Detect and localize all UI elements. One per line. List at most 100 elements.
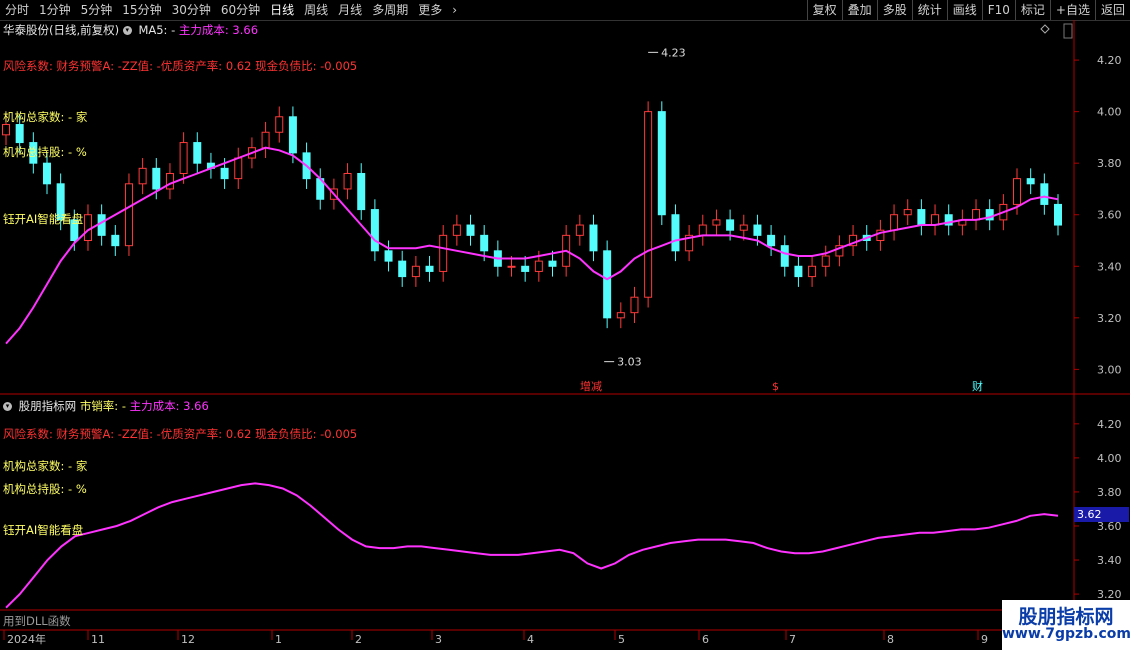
main-y-tick-label: 3.80 (1097, 157, 1122, 170)
candle-body (343, 172, 352, 190)
toolbar-button-5[interactable]: F10 (981, 0, 1015, 20)
candle-body (739, 224, 748, 231)
stock-chart[interactable]: 4.20 4.00 3.80 3.60 3.40 3.20 3.00 4.23 3.03 增减 $ 财… (0, 20, 1130, 650)
event-marker: 增减 (580, 379, 602, 393)
main-inst-hold: 机构总持股: - % (3, 145, 87, 159)
sub-panel-title: ▾ 股朋指标网 市销率: - 主力成本: 3.66 (3, 399, 209, 413)
candle-body (972, 209, 981, 221)
toolbar-buttons: 复权 叠加 多股 统计 画线 F10 标记 +自选 返回 (806, 0, 1130, 20)
candle-body (152, 167, 161, 190)
main-panel-title: 华泰股份(日线,前复权) ▾ MA5: - 主力成本: 3.66 (3, 23, 258, 37)
candle-body (15, 124, 24, 144)
watermark-logo: 股朋指标网 www.7gpzb.com (1002, 600, 1130, 650)
x-tick-label: 7 (789, 633, 796, 646)
candle-body (83, 214, 92, 242)
scrollbar-icon (1063, 23, 1073, 39)
chevron-down-icon[interactable]: ▾ (122, 26, 132, 35)
candle-body (261, 131, 270, 149)
candle-body (698, 224, 707, 236)
candle-body (808, 265, 817, 278)
toolbar-button-0[interactable]: 复权 (806, 0, 842, 20)
candle-body (138, 167, 147, 185)
period-tab-1[interactable]: 1分钟 (34, 0, 76, 20)
period-tab-6[interactable]: 日线 (265, 0, 299, 20)
candle-body (644, 111, 653, 298)
toolbar-button-2[interactable]: 多股 (876, 0, 912, 20)
footer-text: 用到DLL函数 (3, 614, 71, 628)
x-tick-label: 1 (275, 633, 282, 646)
sub-inst-hold: 机构总持股: - % (3, 482, 87, 496)
candle-body (903, 209, 912, 216)
candle-body (603, 250, 612, 319)
watermark-url: www.7gpzb.com (1002, 626, 1130, 642)
toolbar: 分时 1分钟 5分钟 15分钟 30分钟 60分钟 日线 周线 月线 多周期 更多 › 复权 叠加 多股统… (0, 0, 1130, 21)
period-tab-5[interactable]: 60分钟 (216, 0, 265, 20)
main-y-tick-label: 3.40 (1097, 260, 1122, 273)
x-tick-label: 9 (981, 633, 988, 646)
candle-body (97, 214, 106, 236)
sub-inst-count: 机构总家数: - 家 (3, 459, 88, 473)
period-tab-9[interactable]: 多周期 (367, 0, 413, 20)
period-tab-0[interactable]: 分时 (0, 0, 34, 20)
toolbar-button-6[interactable]: 标记 (1014, 0, 1050, 20)
candle-body (589, 224, 598, 252)
candle-body (726, 219, 735, 231)
main-risk-text: 风险系数: 财务预警A: -ZZ值: -优质资产率: 0.62 现金负债比: -… (3, 59, 358, 73)
period-tab-3[interactable]: 15分钟 (117, 0, 166, 20)
sub-ai-text: 钰开AI智能看盘 (3, 523, 84, 537)
main-y-tick-label: 4.00 (1097, 106, 1122, 119)
low-annotation-label: 3.03 (617, 356, 642, 369)
toolbar-button-3[interactable]: 统计 (911, 0, 947, 20)
period-tab-4[interactable]: 30分钟 (167, 0, 216, 20)
candle-body (480, 234, 489, 252)
sub-y-tick-label: 3.80 (1097, 486, 1122, 499)
chevron-right-icon[interactable]: › (447, 0, 462, 20)
stock-title: 华泰股份(日线,前复权) (3, 23, 120, 37)
x-tick-label: 11 (91, 633, 105, 646)
toolbar-button-4[interactable]: 画线 (946, 0, 982, 20)
candle-body (288, 116, 297, 154)
x-tick-label: 8 (887, 633, 894, 646)
sub-risk-text: 风险系数: 财务预警A: -ZZ值: -优质资产率: 0.62 现金负债比: -… (3, 427, 358, 441)
candle-body (671, 214, 680, 252)
candle-body (220, 167, 229, 180)
candle-body (712, 219, 721, 226)
candle-body (439, 234, 448, 272)
period-tab-7[interactable]: 周线 (299, 0, 333, 20)
toolbar-button-8[interactable]: 返回 (1094, 0, 1130, 20)
candle-body (821, 255, 830, 267)
period-tab-10[interactable]: 更多 (413, 0, 447, 20)
toolbar-button-1[interactable]: 叠加 (841, 0, 877, 20)
main-cost-line (5, 146, 1059, 345)
candle-body (275, 116, 284, 133)
candle-body (165, 172, 174, 190)
x-tick-label: 4 (527, 633, 534, 646)
candle-body (1054, 203, 1062, 226)
candle-body (548, 260, 557, 267)
candle-body (657, 111, 666, 216)
candle-body (124, 183, 133, 247)
candle-body (234, 157, 243, 180)
candle-body (411, 265, 420, 278)
event-marker: $ (772, 380, 779, 393)
main-y-tick-label: 3.60 (1097, 209, 1122, 222)
main-y-tick-label: 4.20 (1097, 54, 1122, 67)
period-tab-2[interactable]: 5分钟 (76, 0, 118, 20)
candle-body (384, 250, 393, 262)
diamond-icon (1040, 24, 1050, 34)
candle-body (357, 172, 366, 211)
watermark-title: 股朋指标网 (1018, 606, 1114, 628)
candle-body (575, 224, 584, 236)
current-price-tag: 3.62 (1074, 507, 1129, 522)
candle-body (179, 142, 188, 174)
x-tick-label: 6 (702, 633, 709, 646)
period-tab-8[interactable]: 月线 (333, 0, 367, 20)
x-tick-label: 12 (181, 633, 195, 646)
candle-body (753, 224, 762, 236)
chevron-down-icon[interactable]: ▾ (3, 402, 12, 411)
high-annotation-label: 4.23 (661, 46, 686, 59)
toolbar-button-7[interactable]: +自选 (1049, 0, 1095, 20)
candle-body (780, 245, 789, 267)
candle-body (521, 265, 530, 272)
x-tick-label: 5 (618, 633, 625, 646)
